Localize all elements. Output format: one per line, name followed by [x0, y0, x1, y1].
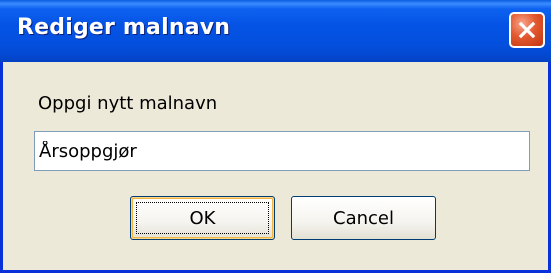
cancel-button[interactable]: Cancel: [291, 196, 436, 240]
title-bar[interactable]: Rediger malnavn: [0, 0, 551, 62]
template-name-input[interactable]: [34, 131, 530, 171]
dialog-window: Rediger malnavn Oppgi nytt malnavn OK Ca…: [0, 0, 551, 273]
ok-button[interactable]: OK: [130, 196, 275, 240]
close-icon: [517, 20, 537, 40]
close-button[interactable]: [509, 12, 545, 48]
cancel-label: Cancel: [333, 207, 394, 229]
ok-label: OK: [189, 207, 216, 229]
dialog-title: Rediger malnavn: [17, 15, 231, 40]
prompt-label: Oppgi nytt malnavn: [38, 93, 218, 114]
